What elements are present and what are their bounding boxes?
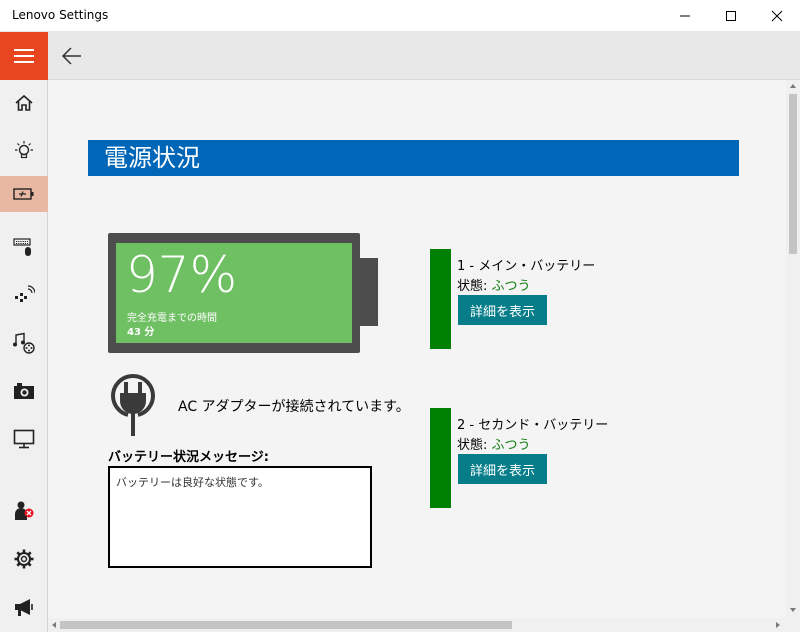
settings-gear-icon <box>14 549 34 569</box>
maximize-button[interactable] <box>708 0 754 32</box>
sidebar <box>0 32 48 632</box>
sidebar-item-home[interactable] <box>0 85 48 121</box>
sidebar-item-audio[interactable] <box>0 325 48 361</box>
battery-status-value: ふつう <box>491 438 531 453</box>
maximize-icon <box>726 11 736 21</box>
battery-status: 状態: ふつう <box>457 275 531 294</box>
battery-name: 2 - セカンド・バッテリー <box>457 418 609 433</box>
show-details-button[interactable]: 詳細を表示 <box>458 295 547 325</box>
close-icon <box>771 10 783 22</box>
power-plug-icon <box>108 374 158 436</box>
battery-status-label: 状態: <box>457 279 492 294</box>
scroll-right-icon[interactable] <box>774 621 782 629</box>
megaphone-icon <box>15 599 33 616</box>
battery-fill: 97% 完全充電までの時間 43 分 <box>116 243 352 343</box>
display-icon <box>13 429 35 449</box>
battery-status-label: 状態: <box>457 438 492 453</box>
hamburger-icon <box>14 49 34 63</box>
sidebar-item-lighting[interactable] <box>0 133 48 169</box>
battery-message-box: バッテリーは良好な状態です。 <box>108 466 372 568</box>
show-details-button[interactable]: 詳細を表示 <box>458 454 547 484</box>
sidebar-item-settings[interactable] <box>0 541 48 577</box>
sidebar-item-feedback[interactable] <box>0 589 48 625</box>
battery-graphic: 97% 完全充電までの時間 43 分 <box>108 233 360 353</box>
horizontal-scrollbar[interactable] <box>48 618 786 632</box>
scroll-left-icon[interactable] <box>50 621 58 629</box>
sidebar-item-network[interactable] <box>0 277 48 313</box>
battery-card-second: 2 - セカンド・バッテリー 状態: ふつう 詳細を表示 <box>430 408 730 508</box>
close-button[interactable] <box>754 0 800 32</box>
vertical-scroll-thumb[interactable] <box>789 94 797 254</box>
ac-adapter-status: AC アダプターが接続されています。 <box>178 399 410 415</box>
minimize-icon <box>680 15 690 17</box>
back-arrow-icon <box>61 47 81 65</box>
sidebar-item-camera[interactable] <box>0 373 48 409</box>
battery-name: 1 - メイン・バッテリー <box>457 259 596 274</box>
battery-status-value: ふつう <box>491 279 531 294</box>
sidebar-item-account[interactable] <box>0 493 48 529</box>
minimize-button[interactable] <box>662 0 708 32</box>
title-bar: Lenovo Settings <box>0 0 800 32</box>
charge-time-label: 完全充電までの時間 <box>127 313 217 324</box>
battery-card-main: 1 - メイン・バッテリー 状態: ふつう 詳細を表示 <box>430 249 730 349</box>
keyboard-mouse-icon <box>13 238 31 256</box>
battery-message-label: バッテリー状況メッセージ: <box>108 450 269 465</box>
battery-graphic-tip <box>360 258 378 326</box>
battery-percent: 97% <box>126 246 238 304</box>
header-bar <box>48 32 800 80</box>
battery-level-indicator <box>430 408 451 508</box>
camera-icon <box>14 383 34 399</box>
window-title: Lenovo Settings <box>12 8 109 22</box>
page-title: 電源状況 <box>88 140 739 176</box>
battery-icon <box>13 188 34 200</box>
main-content: 電源状況 97% 完全充電までの時間 43 分 AC アダプターが接続されていま… <box>48 80 786 618</box>
charge-time-value: 43 分 <box>127 327 155 338</box>
user-error-icon <box>15 501 34 520</box>
battery-status: 状態: ふつう <box>457 434 531 453</box>
lightbulb-icon <box>15 141 33 159</box>
sidebar-item-power[interactable] <box>0 176 48 212</box>
horizontal-scroll-thumb[interactable] <box>60 621 512 629</box>
sidebar-item-input[interactable] <box>0 229 48 265</box>
home-icon <box>15 94 33 111</box>
scrollbar-corner <box>786 618 800 632</box>
audio-video-icon <box>13 332 35 354</box>
vertical-scrollbar[interactable] <box>786 80 800 618</box>
hamburger-menu-button[interactable] <box>0 32 48 80</box>
scroll-up-icon[interactable] <box>789 82 797 90</box>
battery-level-indicator <box>430 249 451 349</box>
back-button[interactable] <box>60 44 84 68</box>
network-icon <box>15 285 35 302</box>
scroll-down-icon[interactable] <box>789 606 797 614</box>
sidebar-item-display[interactable] <box>0 421 48 457</box>
